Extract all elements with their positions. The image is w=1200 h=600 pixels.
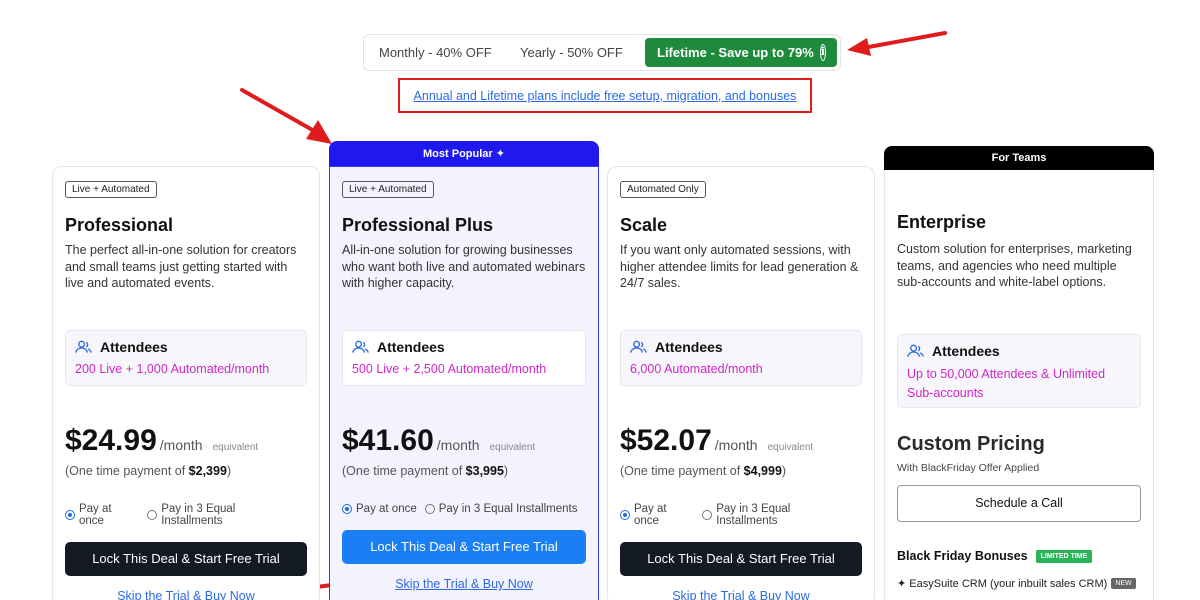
buy-now-link[interactable]: Skip the Trial & Buy Now bbox=[620, 589, 862, 600]
notice-highlight-box: Annual and Lifetime plans include free s… bbox=[398, 78, 812, 113]
toggle-lifetime-label: Lifetime - Save up to 79% bbox=[657, 45, 814, 60]
annotation-arrow-toggle bbox=[847, 31, 947, 56]
for-teams-label: For Teams bbox=[991, 152, 1047, 164]
buy-now-link[interactable]: Skip the Trial & Buy Now bbox=[65, 589, 307, 600]
bonus-item: ✦ EasySuite CRM (your inbuilt sales CRM)… bbox=[897, 577, 1141, 590]
price-period: /month bbox=[159, 437, 203, 453]
plan-card-enterprise: Enterprise Custom solution for enterpris… bbox=[884, 170, 1154, 600]
one-time-payment: (One time payment of $2,399) bbox=[65, 464, 232, 478]
toggle-monthly[interactable]: Monthly - 40% OFF bbox=[367, 38, 506, 67]
offer-note: With BlackFriday Offer Applied bbox=[897, 462, 1040, 474]
start-trial-button[interactable]: Lock This Deal & Start Free Trial bbox=[65, 542, 307, 576]
payment-options: Pay at once Pay in 3 Equal Installments bbox=[342, 503, 586, 515]
plan-price: $52.07 bbox=[620, 424, 712, 457]
attendees-label: Attendees bbox=[655, 339, 723, 355]
bonuses-heading: Black Friday Bonuses LIMITED TIME bbox=[897, 549, 1141, 563]
attendees-box: Attendees 500 Live + 2,500 Automated/mon… bbox=[342, 330, 586, 386]
users-icon bbox=[352, 340, 369, 353]
pay-at-once-radio[interactable]: Pay at once bbox=[620, 503, 694, 527]
attendees-label: Attendees bbox=[377, 339, 445, 355]
info-icon[interactable]: i bbox=[819, 44, 826, 61]
users-icon bbox=[630, 340, 647, 353]
plan-name: Enterprise bbox=[897, 212, 987, 232]
notice-link[interactable]: Annual and Lifetime plans include free s… bbox=[414, 89, 797, 103]
pay-installments-radio[interactable]: Pay in 3 Equal Installments bbox=[702, 503, 854, 527]
annotation-arrow-popular bbox=[240, 88, 332, 144]
buy-now-link[interactable]: Skip the Trial & Buy Now bbox=[342, 577, 586, 591]
attendees-box: Attendees Up to 50,000 Attendees & Unlim… bbox=[897, 334, 1141, 408]
payment-options: Pay at once Pay in 3 Equal Installments bbox=[620, 503, 862, 527]
pay-installments-radio[interactable]: Pay in 3 Equal Installments bbox=[147, 503, 299, 527]
plan-description: All-in-one solution for growing business… bbox=[342, 243, 586, 290]
start-trial-button[interactable]: Lock This Deal & Start Free Trial bbox=[620, 542, 862, 576]
most-popular-label: Most Popular bbox=[423, 148, 493, 160]
plan-card-scale: Automated Only Scale If you want only au… bbox=[607, 166, 875, 600]
plan-name: Professional Plus bbox=[342, 215, 494, 235]
attendees-value: 200 Live + 1,000 Automated/month bbox=[75, 362, 270, 376]
price-equivalent-note: equivalent bbox=[767, 442, 814, 453]
plan-tag: Live + Automated bbox=[65, 181, 157, 198]
pay-at-once-radio[interactable]: Pay at once bbox=[342, 503, 417, 515]
users-icon bbox=[75, 340, 92, 353]
start-trial-button[interactable]: Lock This Deal & Start Free Trial bbox=[342, 530, 586, 564]
sparkle-icon: ✦ bbox=[495, 148, 505, 160]
price-period: /month bbox=[714, 437, 758, 453]
attendees-label: Attendees bbox=[932, 343, 1000, 359]
users-icon bbox=[907, 344, 924, 357]
attendees-value: 6,000 Automated/month bbox=[630, 362, 763, 376]
payment-options: Pay at once Pay in 3 Equal Installments bbox=[65, 503, 307, 527]
attendees-label: Attendees bbox=[100, 339, 168, 355]
toggle-lifetime[interactable]: Lifetime - Save up to 79% i bbox=[645, 38, 837, 67]
one-time-payment: (One time payment of $4,999) bbox=[620, 464, 787, 478]
plan-description: If you want only automated sessions, wit… bbox=[620, 243, 859, 290]
plan-name: Scale bbox=[620, 215, 668, 235]
limited-time-badge: LIMITED TIME bbox=[1035, 549, 1093, 563]
plan-description: Custom solution for enterprises, marketi… bbox=[897, 242, 1132, 289]
custom-pricing-heading: Custom Pricing bbox=[897, 433, 1045, 455]
plan-name: Professional bbox=[65, 215, 174, 235]
plan-price: $41.60 bbox=[342, 424, 434, 457]
plan-card-professional-plus: Live + Automated Professional Plus All-i… bbox=[329, 166, 599, 600]
price-equivalent-note: equivalent bbox=[489, 442, 536, 453]
for-teams-banner: For Teams bbox=[884, 146, 1154, 171]
attendees-value: 500 Live + 2,500 Automated/month bbox=[352, 362, 547, 376]
price-equivalent-note: equivalent bbox=[212, 442, 259, 453]
toggle-yearly[interactable]: Yearly - 50% OFF bbox=[506, 38, 645, 67]
plan-card-professional: Live + Automated Professional The perfec… bbox=[52, 166, 320, 600]
attendees-value: Up to 50,000 Attendees & Unlimited Sub-a… bbox=[907, 367, 1106, 400]
pay-installments-radio[interactable]: Pay in 3 Equal Installments bbox=[424, 503, 577, 515]
one-time-payment: (One time payment of $3,995) bbox=[342, 464, 509, 478]
pay-at-once-radio[interactable]: Pay at once bbox=[65, 503, 139, 527]
billing-toggle: Monthly - 40% OFF Yearly - 50% OFF Lifet… bbox=[363, 34, 841, 71]
plan-tag: Live + Automated bbox=[342, 181, 434, 198]
new-badge: NEW bbox=[1111, 578, 1136, 589]
attendees-box: Attendees 6,000 Automated/month bbox=[620, 330, 862, 386]
most-popular-banner: Most Popular ✦ bbox=[329, 141, 599, 167]
plan-description: The perfect all-in-one solution for crea… bbox=[65, 243, 297, 290]
plan-price: $24.99 bbox=[65, 424, 157, 457]
plan-tag: Automated Only bbox=[620, 181, 706, 198]
price-period: /month bbox=[436, 437, 480, 453]
attendees-box: Attendees 200 Live + 1,000 Automated/mon… bbox=[65, 330, 307, 386]
schedule-call-button[interactable]: Schedule a Call bbox=[897, 485, 1141, 522]
